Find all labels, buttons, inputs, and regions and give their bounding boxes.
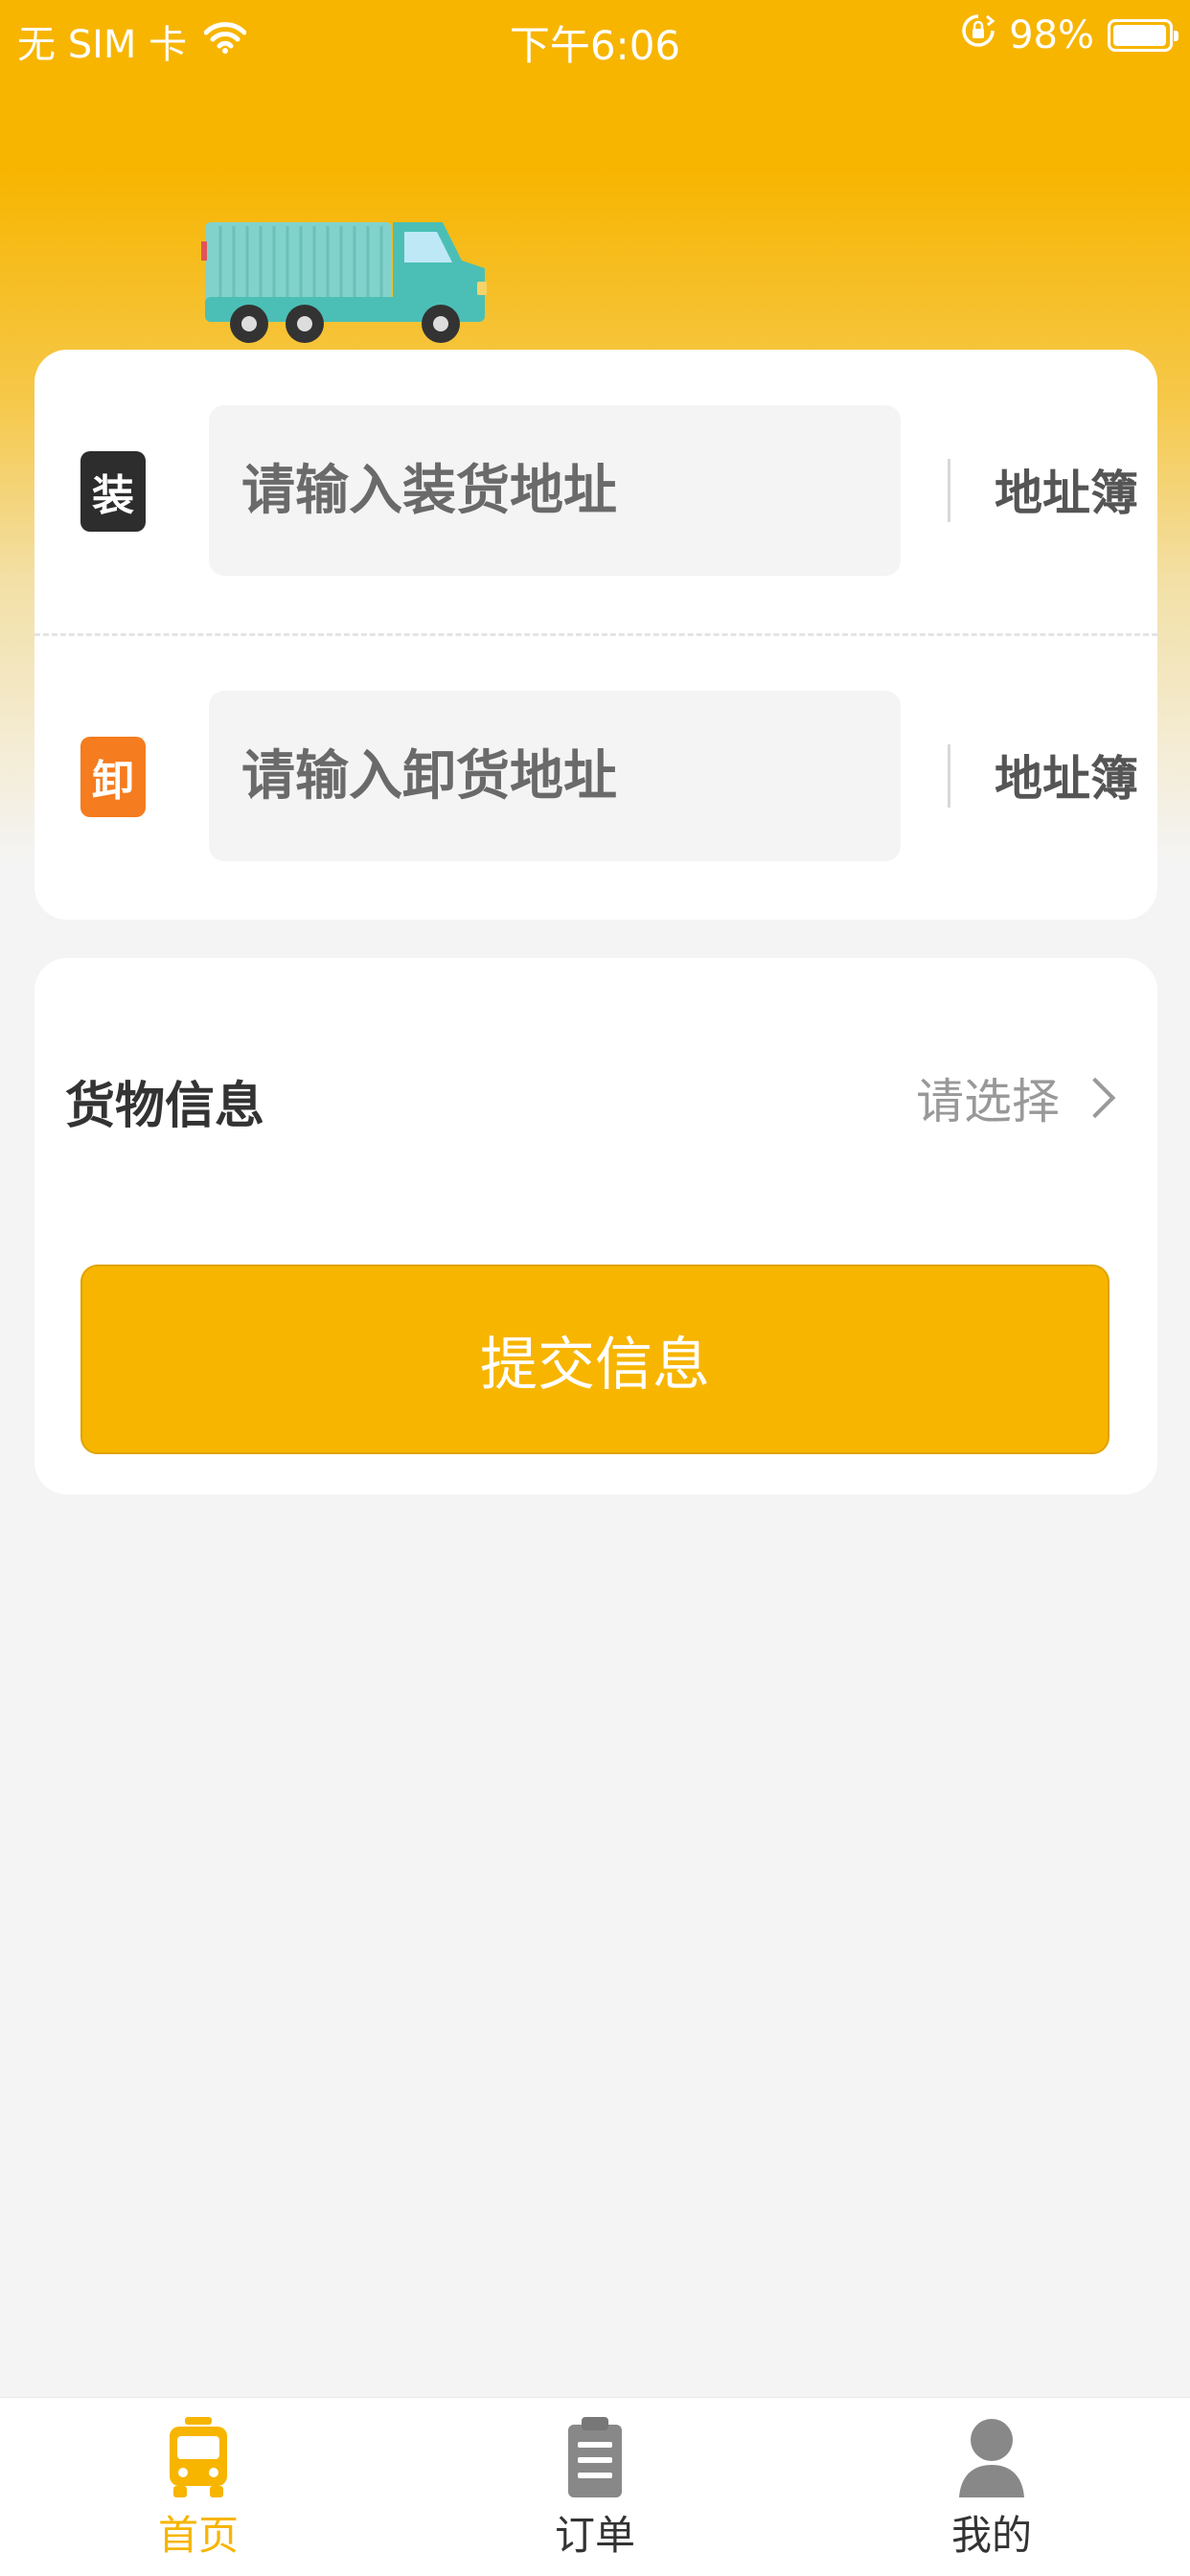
truck-front-icon xyxy=(170,2417,227,2497)
battery-percent: 98% xyxy=(1009,13,1094,57)
load-address-input[interactable] xyxy=(209,405,901,576)
unload-address-input[interactable] xyxy=(209,691,901,861)
load-address-book-link[interactable]: 地址簿 xyxy=(995,455,1138,524)
goods-info-label: 货物信息 xyxy=(65,1078,265,1135)
goods-select-text: 请选择 xyxy=(916,1074,1060,1129)
tab-bar: 首页 订单 我的 xyxy=(0,2397,1190,2576)
battery-fill xyxy=(1113,25,1166,46)
unload-address-book-link[interactable]: 地址簿 xyxy=(995,741,1138,809)
divider xyxy=(948,744,950,808)
battery-icon xyxy=(1108,19,1179,52)
divider xyxy=(948,459,950,522)
chevron-right-icon xyxy=(1074,1077,1116,1119)
submit-button[interactable]: 提交信息 xyxy=(80,1265,1110,1454)
tab-profile[interactable]: 我的 xyxy=(793,2398,1190,2576)
goods-select[interactable]: 请选择 xyxy=(916,1063,1119,1132)
tab-orders-label: 订单 xyxy=(554,2512,635,2559)
status-bar: 无 SIM 卡 下午6:06 98% xyxy=(0,0,1190,75)
tab-home-label: 首页 xyxy=(157,2512,239,2559)
tab-profile-label: 我的 xyxy=(950,2512,1032,2559)
truck-illustration xyxy=(201,213,498,356)
unload-address-row: 卸 地址簿 xyxy=(34,635,1157,921)
status-right: 98% xyxy=(961,13,1179,57)
user-icon xyxy=(959,2419,1024,2497)
load-tag: 装 xyxy=(80,451,146,532)
rotation-lock-icon xyxy=(961,13,995,57)
load-address-row: 装 地址簿 xyxy=(34,350,1157,635)
tab-orders[interactable]: 订单 xyxy=(397,2398,793,2576)
address-card: 装 地址簿 卸 地址簿 xyxy=(34,350,1157,920)
clipboard-icon xyxy=(568,2417,622,2497)
goods-card: 货物信息 请选择 提交信息 xyxy=(34,958,1157,1494)
tab-home[interactable]: 首页 xyxy=(0,2398,397,2576)
unload-tag: 卸 xyxy=(80,737,146,817)
